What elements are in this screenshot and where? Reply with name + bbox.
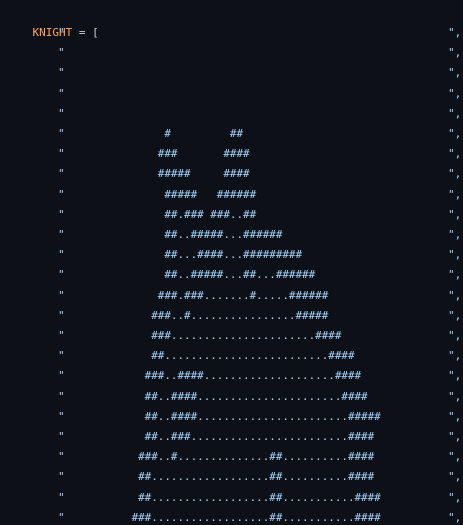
art-line-text: ##..####.......................##### (66, 409, 381, 423)
string-open-quote: " (58, 450, 65, 464)
string-close-quote: ", (448, 248, 462, 262)
art-line: " ", (0, 23, 463, 43)
art-line-text: ##..................##..........#### (66, 470, 375, 484)
string-close-quote: ", (448, 430, 462, 443)
art-line: " ##..................##...........#### "… (0, 488, 463, 508)
string-open-quote: " (58, 248, 65, 262)
art-line: " ###..................##...........####… (0, 508, 463, 525)
art-line: " ##..#####...###### ", (0, 225, 463, 245)
string-open-quote: " (58, 329, 65, 342)
art-line: " ", (0, 63, 463, 83)
string-open-quote: " (58, 288, 65, 302)
string-close-quote: ", (448, 86, 462, 100)
art-line-text: ##### ###### (66, 187, 257, 201)
string-open-quote: " (58, 187, 65, 201)
string-close-quote: ", (448, 490, 462, 504)
art-line: " ##..###........................#### ", (0, 427, 463, 447)
art-line: " ###..#................##### ", (0, 306, 463, 326)
string-close-quote: ", (448, 510, 462, 524)
art-line: " # ## ", (0, 124, 463, 144)
string-close-quote: ", (448, 288, 462, 302)
string-open-quote: " (58, 490, 65, 504)
string-open-quote: " (58, 46, 65, 60)
art-line-text: ###..#................##### (66, 308, 329, 322)
string-open-quote: " (58, 389, 65, 403)
string-open-quote: " (58, 86, 65, 100)
string-close-quote: ", (448, 409, 462, 423)
art-line: " ##.### ###..## ", (0, 205, 463, 225)
string-close-quote: ", (448, 187, 462, 201)
art-line: " ###......................#### ", (0, 326, 463, 346)
art-line-text: ##..#####...###### (66, 228, 283, 241)
string-open-quote: " (58, 127, 65, 140)
string-open-quote: " (58, 106, 65, 120)
string-open-quote: " (58, 26, 65, 39)
art-line: " ###..####....................#### ", (0, 366, 463, 386)
art-line-text: ##.........................#### (66, 349, 355, 363)
string-open-quote: " (58, 147, 65, 161)
string-open-quote: " (58, 470, 65, 484)
code-editor[interactable]: KNIGHT = [ " ", " ", " ", " ", " ", " # ## ", " ### … (0, 0, 463, 525)
string-close-quote: ", (448, 228, 462, 241)
string-close-quote: ", (448, 470, 462, 484)
string-open-quote: " (58, 349, 65, 363)
string-close-quote: ", (448, 268, 462, 282)
art-line: " ", (0, 43, 463, 63)
art-line: " ##..#####...##...###### ", (0, 265, 463, 285)
art-line-text: ##..###........................#### (66, 430, 375, 443)
string-close-quote: ", (448, 147, 462, 161)
string-close-quote: ", (448, 207, 462, 221)
string-close-quote: ", (448, 450, 462, 464)
art-line-text: ##...####...######### (66, 248, 303, 262)
string-close-quote: ", (448, 308, 462, 322)
art-line-text: ###.###.......#.....###### (66, 288, 329, 302)
art-line: " ##..................##..........#### ", (0, 467, 463, 487)
art-line-text: ###..#..............##..........#### (66, 450, 375, 464)
art-line-text: # ## (66, 127, 244, 140)
art-line-text: ###..####....................#### (66, 369, 362, 383)
art-line: " ", (0, 104, 463, 124)
string-close-quote: ", (448, 329, 462, 342)
string-open-quote: " (58, 430, 65, 443)
string-close-quote: ", (448, 26, 462, 39)
string-open-quote: " (58, 409, 65, 423)
art-line-text: ##.### ###..## (66, 207, 257, 221)
string-open-quote: " (58, 308, 65, 322)
art-line: " ##...####...######### ", (0, 245, 463, 265)
art-line-text: ##..................##...........#### (66, 490, 381, 504)
string-open-quote: " (58, 207, 65, 221)
art-line-text: ##### #### (66, 167, 250, 181)
art-line: " ###..#..............##..........#### ", (0, 447, 463, 467)
string-open-quote: " (58, 268, 65, 282)
art-line-text: ### #### (66, 147, 250, 161)
string-close-quote: ", (448, 389, 462, 403)
string-open-quote: " (58, 510, 65, 524)
art-line-text: ###..................##...........#### (66, 510, 381, 524)
string-open-quote: " (58, 369, 65, 383)
art-line: " ", (0, 84, 463, 104)
art-line: " ##### ###### ", (0, 185, 463, 205)
art-line-text: ###......................#### (66, 329, 342, 342)
string-open-quote: " (58, 228, 65, 241)
art-line: " ### #### ", (0, 144, 463, 164)
art-line: " ###.###.......#.....###### ", (0, 286, 463, 306)
string-close-quote: ", (448, 167, 462, 181)
art-line: " ##..####......................#### ", (0, 387, 463, 407)
string-close-quote: ", (448, 46, 462, 60)
string-close-quote: ", (448, 127, 462, 140)
art-line-text: ##..#####...##...###### (66, 268, 316, 282)
string-close-quote: ", (448, 106, 462, 120)
string-open-quote: " (58, 167, 65, 181)
art-line: " ##### #### ", (0, 164, 463, 184)
string-close-quote: ", (448, 369, 462, 383)
art-line-text: ##..####......................#### (66, 389, 368, 403)
string-close-quote: ", (448, 66, 462, 80)
string-close-quote: ", (448, 349, 462, 363)
string-open-quote: " (58, 66, 65, 80)
art-line: " ##.........................#### ", (0, 346, 463, 366)
art-line: " ##..####.......................##### ", (0, 407, 463, 427)
